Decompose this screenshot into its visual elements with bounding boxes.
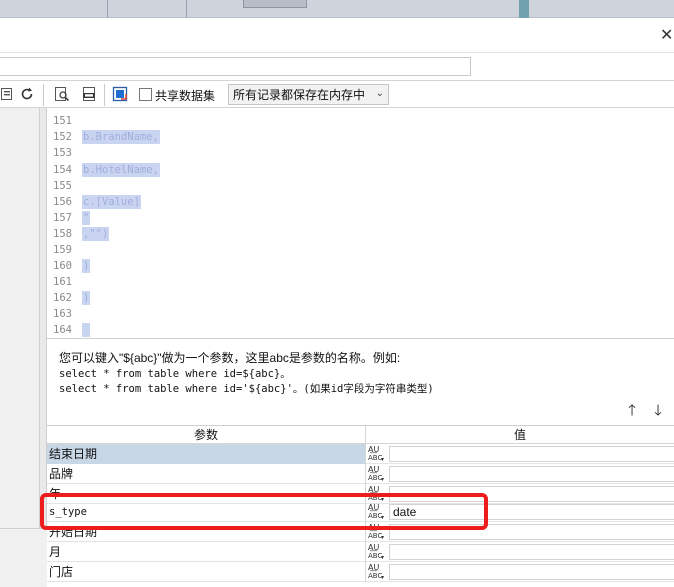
hint-example: select * from table where id='${abc}'。(如… (59, 383, 434, 395)
left-panel-scrollbar[interactable] (40, 108, 47, 528)
line-number: 156 (53, 196, 72, 208)
line-number: 154 (53, 164, 72, 176)
format-icon[interactable] (0, 84, 14, 104)
sql-editor[interactable]: 151 152 b.BrandName, 153 154 b.HotelName… (47, 108, 674, 339)
line-number: 161 (53, 276, 72, 288)
code-line: 163 (47, 306, 674, 322)
dataset-name-row (0, 53, 674, 80)
column-header-value: 值 (365, 426, 674, 444)
line-number: 162 (53, 292, 72, 304)
left-bottom-panel (0, 528, 47, 587)
parameter-table-header: 参数 值 (47, 426, 674, 444)
code-line: 151 (47, 113, 674, 129)
line-number: 157 (53, 212, 72, 224)
code-line: 160 ) (47, 258, 674, 274)
move-up-icon[interactable]: 🡑 (624, 402, 640, 418)
code-line: 152 b.BrandName, (47, 129, 674, 145)
code-line: 156 c.[Value] (47, 194, 674, 210)
line-number: 153 (53, 147, 72, 159)
strip-segment (0, 0, 108, 18)
line-number: 158 (53, 228, 72, 240)
param-name: 品牌 (49, 467, 74, 481)
type-text-icon[interactable]: A͟U ABC ▾ (365, 562, 387, 582)
code-line: 162 ) (47, 290, 674, 306)
hint-example: select * from table where id=${abc}。 (59, 368, 291, 380)
code-text: ) (82, 291, 91, 305)
code-text: ) (82, 259, 91, 273)
share-dataset-checkbox[interactable] (139, 88, 152, 101)
share-dataset-label: 共享数据集 (155, 89, 216, 103)
table-row[interactable]: 月 A͟U ABC ▾ (47, 542, 674, 562)
code-line: 158 ,"") (47, 226, 674, 242)
toolbar-divider (104, 84, 105, 106)
param-name: 月 (49, 545, 62, 559)
code-line: 159 (47, 242, 674, 258)
line-number: 159 (53, 244, 72, 256)
hint-text: 您可以键入"${abc}"做为一个参数，这里abc是参数的名称。例如: (59, 351, 401, 365)
storage-mode-select[interactable]: 所有记录都保存在内存中 ⌄ (228, 84, 389, 105)
code-text: ,"") (82, 227, 110, 241)
dataset-name-input[interactable] (0, 57, 471, 76)
close-icon[interactable]: ✕ (660, 26, 674, 44)
code-text: b.HotelName, (82, 163, 160, 177)
toolbar-divider (43, 84, 44, 106)
type-text-icon[interactable]: A͟U ABC ▾ (365, 542, 387, 562)
strip-tab[interactable] (243, 0, 307, 8)
top-window-strip (0, 0, 674, 18)
param-name: 门店 (49, 565, 74, 579)
left-panel (0, 108, 40, 528)
table-row[interactable]: 品牌 A͟U ABC ▾ (47, 464, 674, 484)
line-number: 163 (53, 308, 72, 320)
query-toolbar: 共享数据集 所有记录都保存在内存中 ⌄ (0, 80, 674, 108)
code-line: 153 (47, 145, 674, 161)
code-text: b.BrandName, (82, 130, 160, 144)
line-number: 155 (53, 180, 72, 192)
code-text: " (82, 211, 91, 225)
code-line: 157 " (47, 210, 674, 226)
code-line: 154 b.HotelName, (47, 162, 674, 178)
line-number: 152 (53, 131, 72, 143)
column-header-name: 参数 (193, 428, 218, 442)
code-text: c.[Value] (82, 195, 141, 209)
storage-mode-value: 所有记录都保存在内存中 (233, 88, 366, 102)
strip-segment (108, 0, 187, 18)
export-icon[interactable] (110, 84, 130, 104)
refresh-icon[interactable] (17, 84, 37, 104)
preview-icon[interactable] (52, 84, 72, 104)
line-number: 160 (53, 260, 72, 272)
param-value-input[interactable] (389, 544, 674, 560)
param-value-input[interactable] (389, 564, 674, 580)
strip-accent (519, 0, 529, 18)
type-text-icon[interactable]: A͟U ABC ▾ (365, 464, 387, 484)
code-text (82, 323, 91, 337)
code-line: 155 (47, 178, 674, 194)
table-row[interactable]: 结束日期 A͟U ABC ▾ (47, 444, 674, 464)
sql-icon[interactable] (79, 84, 99, 104)
type-text-icon[interactable]: A͟U ABC ▾ (365, 444, 387, 464)
table-row[interactable]: 门店 A͟U ABC ▾ (47, 562, 674, 582)
param-value-input[interactable] (389, 466, 674, 482)
dialog-header: ✕ (0, 18, 674, 53)
line-number: 164 (53, 324, 72, 336)
param-value-input[interactable] (389, 446, 674, 462)
code-line: 161 (47, 274, 674, 290)
code-line: 164 (47, 322, 674, 338)
chevron-down-icon: ⌄ (375, 88, 384, 99)
param-name: 结束日期 (47, 444, 365, 464)
move-down-icon[interactable]: 🡓 (650, 402, 666, 418)
line-number: 151 (53, 115, 72, 127)
highlight-box (40, 493, 488, 530)
parameter-hint: 您可以键入"${abc}"做为一个参数，这里abc是参数的名称。例如: sele… (47, 339, 674, 425)
